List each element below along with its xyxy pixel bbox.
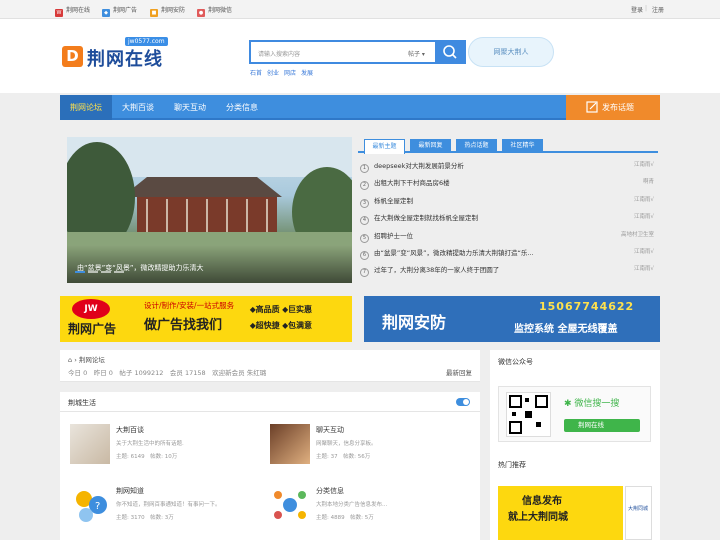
promo-banner[interactable]: 信息发布 就上大荆同城 — [498, 486, 623, 540]
ads-icon: ◆ — [102, 9, 110, 17]
board-card[interactable]: 聊天互动 网聚聊天，信息分享板。 主题: 37 帖数: 56万 — [270, 424, 460, 476]
tab-hot[interactable]: 热点话题 — [456, 139, 497, 152]
ad-banner-advertising[interactable]: JW 荆网广告 设计/制作/安装/一站式服务 做广告找我们 ⬥高品质 ⬥巨实惠 … — [60, 296, 352, 342]
wechat-search-label: ✱ 微信搜一搜 — [564, 399, 620, 409]
breadcrumb: ⌂ › 荆网论坛 — [68, 356, 105, 364]
collapse-toggle[interactable] — [456, 398, 470, 406]
thread-list: 1 deepseek对大荆发展前景分析 江南雨√ 2 出租大荆下干村商品房6楼 啊青 3… — [360, 160, 658, 282]
register-link[interactable]: 注册 — [652, 5, 664, 14]
ad-phone: 15067744622 — [539, 300, 635, 313]
board-card[interactable]: ? 荆网知道 你不知道，荆网百事通知道！有事问一下。 主题: 3170 帖数: … — [70, 485, 260, 537]
thread-tabs: 最新主题 最新回复 热点话题 社区精华 — [358, 137, 658, 154]
home-icon[interactable]: ⌂ — [68, 356, 72, 364]
list-item[interactable]: 7 过年了，大荆分离38年的一家人终于团圆了 江南雨√ — [360, 264, 658, 281]
board-card[interactable]: 分类信息 大荆本地分类广告信息发布... 主题: 4889 帖数: 5万 — [270, 485, 460, 537]
top-separator: | — [645, 5, 648, 12]
forum-header: ⌂ › 荆网论坛 今日 0 昨日 0 帖子 1099212 会员 17158 欢… — [60, 350, 480, 382]
tab-featured[interactable]: 社区精华 — [502, 139, 543, 152]
wechat-search-icon: ✱ — [564, 399, 572, 409]
list-item[interactable]: 2 出租大荆下干村商品房6楼 啊青 — [360, 177, 658, 194]
ad-big: 做广告找我们 — [144, 318, 223, 333]
latest-replies-link[interactable]: 最新回复 — [446, 367, 472, 377]
forum-stats: 今日 0 昨日 0 帖子 1099212 会员 17158 欢迎新会员 朱红璐 — [68, 369, 267, 377]
list-item[interactable]: 4 在大荆做全屋定制就找栎帆全屋定制 江南雨√ — [360, 212, 658, 229]
slider-dot[interactable] — [101, 271, 111, 273]
hot-keywords: 石首 创业 网店 发展 — [250, 68, 318, 77]
site-logo[interactable]: D 荆网在线 jw0577.com — [62, 27, 174, 70]
nav-item-chat[interactable]: 聊天互动 — [174, 102, 206, 113]
wechat-title: 微信公众号 — [498, 358, 533, 366]
top-bar: W 荆网在线 ◆ 荆网广告 ■ 荆网安防 ● 荆网微信 登录 | 注册 — [0, 0, 720, 19]
tab-replies[interactable]: 最新回复 — [410, 139, 451, 152]
slider-dot[interactable] — [88, 271, 98, 273]
wechat-icon: ● — [197, 9, 205, 17]
edit-icon — [586, 101, 598, 113]
hot-keyword[interactable]: 石首 — [250, 70, 262, 77]
sidebar: 微信公众号 ✱ 微信搜一搜 荆网在线 热门推荐 信息发布 就上大荆同城 大荆同城 — [490, 350, 660, 540]
security-icon: ■ — [150, 9, 158, 17]
logo-letter: D — [62, 46, 83, 67]
logo-name: 荆网在线 — [87, 49, 163, 70]
section-header: 荆城生活 — [60, 392, 480, 412]
slider-dot[interactable] — [114, 271, 124, 273]
search-box: 请输入搜索内容 帖子 ▾ — [249, 40, 466, 64]
list-item[interactable]: 3 栎帆全屋定制 江南雨√ — [360, 195, 658, 212]
post-topic-button[interactable]: 发布话题 — [566, 95, 660, 120]
hot-keyword[interactable]: 发展 — [301, 70, 313, 77]
jw-logo-icon: JW — [72, 299, 110, 319]
page: { "topbar":{"links":["荆网在线","荆网广告","荆网安防… — [0, 0, 720, 540]
slider-dots — [75, 267, 127, 275]
login-link[interactable]: 登录 — [631, 5, 643, 14]
ad-tag: ⬥高品质 ⬥巨实惠 — [250, 305, 312, 314]
search-scope-select[interactable]: 帖子 ▾ — [408, 49, 425, 58]
slider-dot[interactable] — [75, 271, 85, 273]
search-input[interactable]: 请输入搜索内容 — [258, 49, 300, 58]
logo-domain: jw0577.com — [125, 37, 168, 46]
search-icon — [443, 45, 457, 59]
hot-keyword[interactable]: 网店 — [284, 70, 296, 77]
top-link-ads[interactable]: ◆ 荆网广告 — [102, 5, 137, 17]
slogan-cloud: 网聚大荆人 — [468, 37, 554, 67]
ad-title: 荆网安防 — [382, 313, 447, 332]
search-button[interactable] — [435, 41, 465, 63]
category-icon — [270, 485, 310, 525]
site-icon: W — [55, 9, 63, 17]
promo-side-image[interactable]: 大荆同城 — [625, 486, 652, 540]
svg-text:?: ? — [95, 501, 100, 512]
list-item[interactable]: 6 由“盆景”变“风景”，微改精提助力乐清大荆镇打造“乐... 江南雨√ — [360, 247, 658, 264]
hot-title: 热门推荐 — [498, 461, 526, 469]
featured-slider[interactable]: 由“盆景”变“风景”，微改精提助力乐清大 — [67, 137, 352, 283]
qr-code — [506, 392, 551, 437]
top-link-jwzx[interactable]: W 荆网在线 — [55, 5, 90, 17]
list-item[interactable]: 5 招聘护士一位 高地村卫生室 — [360, 230, 658, 247]
wechat-account-button[interactable]: 荆网在线 — [564, 419, 640, 432]
nav-item-forum[interactable]: 荆网论坛 — [70, 102, 102, 113]
nav-item-baitan[interactable]: 大荆百谈 — [122, 102, 154, 113]
question-icon: ? — [70, 485, 110, 525]
hot-keyword[interactable]: 创业 — [267, 70, 279, 77]
tab-latest[interactable]: 最新主题 — [364, 139, 405, 154]
board-thumbnail — [70, 424, 110, 464]
top-link-wechat[interactable]: ● 荆网微信 — [197, 5, 232, 17]
slider-caption: 由“盆景”变“风景”，微改精提助力乐清大 — [67, 245, 352, 283]
ad-brand: 荆网广告 — [68, 322, 117, 336]
ad-tag: ⬥超快捷 ⬥包满意 — [250, 321, 312, 330]
board-section: 荆城生活 大荆百谈 关于大荆生活中的所有话题. 主题: 6149 帖数: 10万… — [60, 392, 480, 540]
nav-item-classified[interactable]: 分类信息 — [226, 102, 258, 113]
board-thumbnail — [270, 424, 310, 464]
ad-line1: 设计/制作/安装/一站式服务 — [144, 301, 235, 310]
top-link-security[interactable]: ■ 荆网安防 — [150, 5, 185, 17]
wechat-card[interactable]: ✱ 微信搜一搜 荆网在线 — [498, 386, 651, 442]
ad-line: 监控系统 全屋无线覆盖 — [514, 324, 618, 335]
ad-banner-security[interactable]: 荆网安防 15067744622 监控系统 全屋无线覆盖 — [364, 296, 660, 342]
list-item[interactable]: 1 deepseek对大荆发展前景分析 江南雨√ — [360, 160, 658, 177]
board-card[interactable]: 大荆百谈 关于大荆生活中的所有话题. 主题: 6149 帖数: 10万 — [70, 424, 260, 476]
